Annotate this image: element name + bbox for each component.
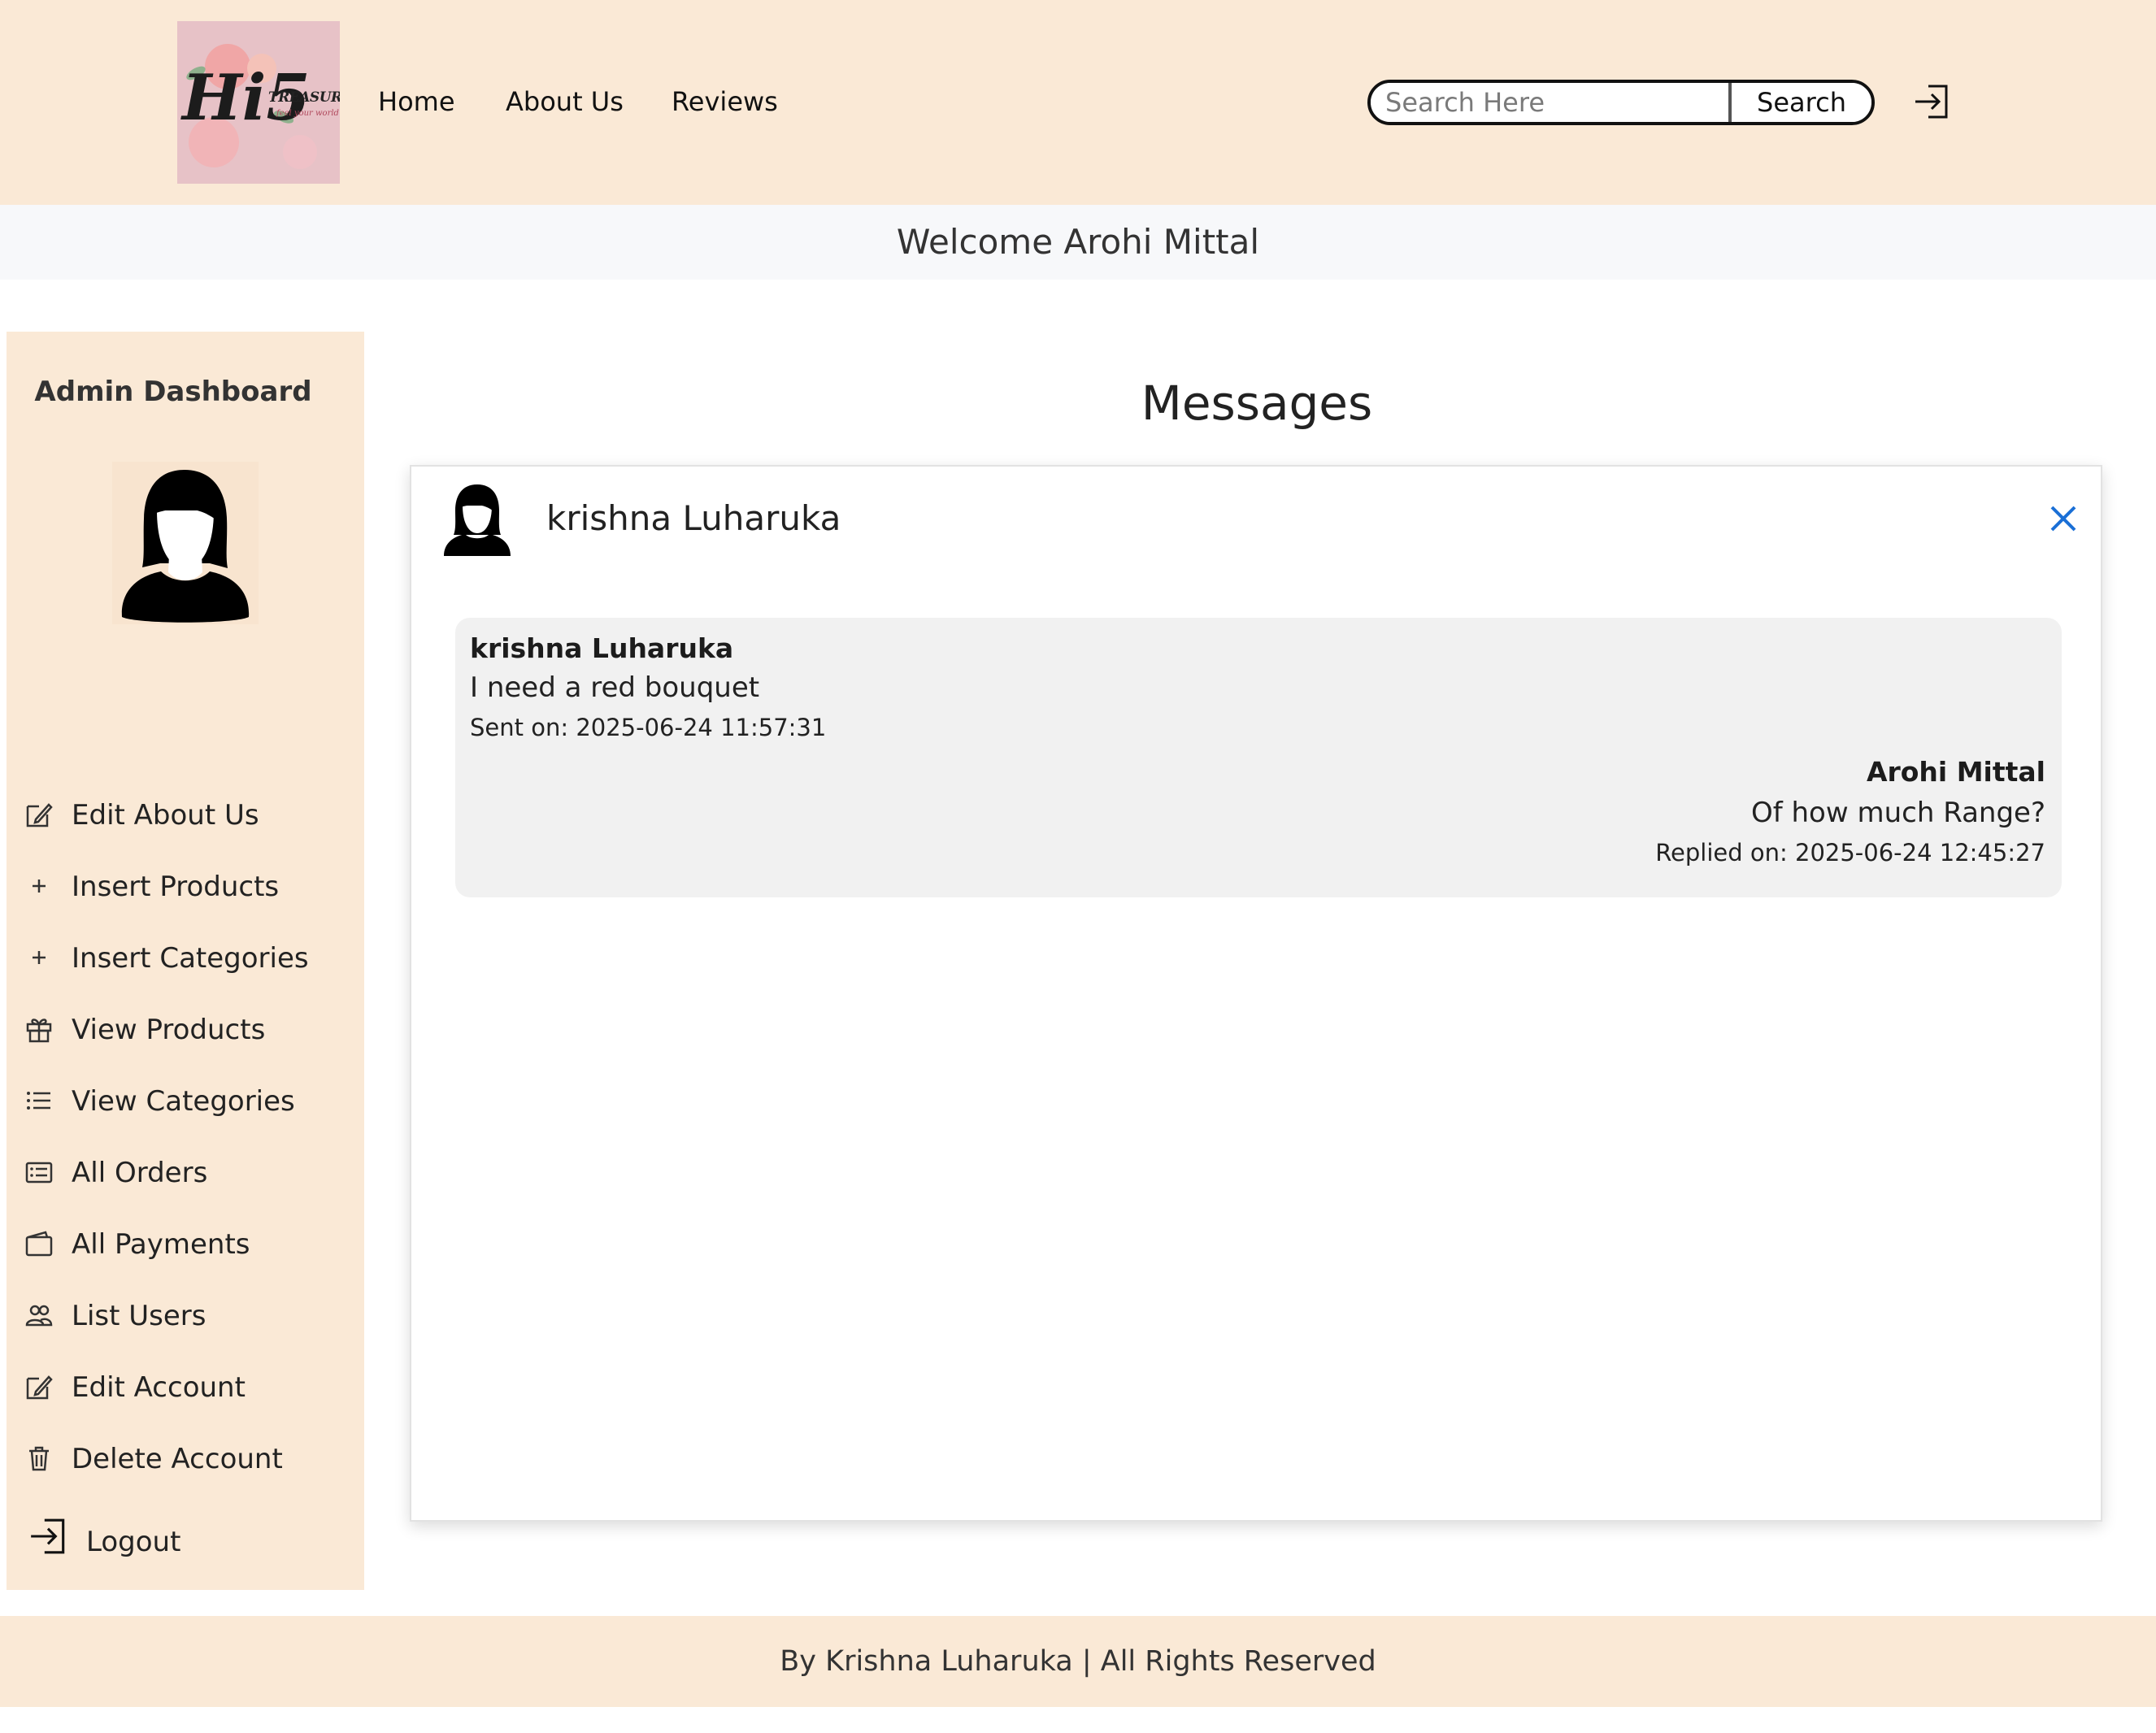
list-icon <box>27 1092 50 1110</box>
female-user-icon <box>112 462 259 624</box>
sidebar-logout[interactable]: Logout <box>7 1510 364 1567</box>
search-form: Search <box>1367 80 1875 125</box>
box-arrow-in-right-icon <box>31 1518 65 1554</box>
pencil-square-icon <box>26 803 53 827</box>
search-button[interactable]: Search <box>1728 83 1871 122</box>
sidebar-logout-label: Logout <box>86 1526 181 1558</box>
sidebar-item-label: List Users <box>72 1300 206 1332</box>
page-footer: By Krishna Luharuka | All Rights Reserve… <box>0 1616 2156 1707</box>
plus-icon <box>33 880 46 893</box>
message-text: I need a red bouquet <box>470 671 760 704</box>
sidebar-item-label: View Products <box>72 1014 266 1046</box>
site-logo[interactable]: Hi5 TREASURES feel your world <box>177 21 340 184</box>
sidebar-item-label: Insert Products <box>72 871 280 903</box>
wallet-icon <box>25 1231 53 1257</box>
people-icon <box>25 1305 53 1327</box>
nav-home-link[interactable]: Home <box>378 83 455 120</box>
reply-sender: Arohi Mittal <box>1866 756 2045 788</box>
trash-icon <box>29 1446 49 1471</box>
message-sender: krishna Luharuka <box>470 632 734 664</box>
card-list-icon <box>25 1162 53 1184</box>
sidebar-item-delete-account[interactable]: Delete Account <box>7 1431 364 1488</box>
sidebar-item-label: Edit About Us <box>72 799 259 832</box>
plus-icon <box>33 951 46 964</box>
sidebar-item-all-orders[interactable]: All Orders <box>7 1144 364 1201</box>
box-arrow-in-right-icon[interactable] <box>1912 81 1953 122</box>
reply-timestamp: Replied on: 2025-06-24 12:45:27 <box>1655 839 2045 866</box>
sidebar-item-view-products[interactable]: View Products <box>7 1001 364 1058</box>
sidebar-item-view-categories[interactable]: View Categories <box>7 1073 364 1130</box>
sidebar-item-insert-products[interactable]: Insert Products <box>7 858 364 915</box>
logo-sub-text: TREASURES <box>268 89 340 106</box>
sidebar-title: Admin Dashboard <box>34 376 312 408</box>
sidebar-item-label: All Orders <box>72 1157 208 1189</box>
close-icon[interactable] <box>2047 502 2080 535</box>
message-timestamp: Sent on: 2025-06-24 11:57:31 <box>470 714 827 741</box>
message-thread: krishna Luharuka I need a red bouquet Se… <box>455 618 2062 897</box>
pencil-square-icon <box>26 1375 53 1400</box>
chat-card: krishna Luharuka krishna Luharuka I need… <box>410 465 2102 1522</box>
admin-sidebar: Admin Dashboard Edit About Us Insert Pro… <box>7 332 364 1590</box>
sidebar-item-label: All Payments <box>72 1228 250 1261</box>
chat-contact-name: krishna Luharuka <box>546 498 841 538</box>
sidebar-item-insert-categories[interactable]: Insert Categories <box>7 930 364 987</box>
top-navbar: Hi5 TREASURES feel your world Home About… <box>0 0 2156 205</box>
sidebar-item-label: Delete Account <box>72 1443 283 1475</box>
sidebar-item-list-users[interactable]: List Users <box>7 1288 364 1344</box>
sidebar-item-label: Insert Categories <box>72 942 309 975</box>
reply-text: Of how much Range? <box>1750 797 2045 829</box>
logo-flower <box>283 135 317 169</box>
nav-about-us-link[interactable]: About Us <box>506 83 624 120</box>
sidebar-item-label: View Categories <box>72 1085 295 1118</box>
gift-icon <box>26 1019 52 1043</box>
sidebar-item-edit-about-us[interactable]: Edit About Us <box>7 787 364 844</box>
female-user-icon <box>444 484 511 556</box>
sidebar-item-edit-account[interactable]: Edit Account <box>7 1359 364 1416</box>
sidebar-item-label: Edit Account <box>72 1371 246 1404</box>
sidebar-item-all-payments[interactable]: All Payments <box>7 1216 364 1273</box>
search-input[interactable] <box>1371 83 1728 122</box>
logo-tagline: feel your world <box>276 109 339 118</box>
welcome-banner: Welcome Arohi Mittal <box>0 205 2156 280</box>
page-title: Messages <box>1141 376 1373 431</box>
nav-reviews-link[interactable]: Reviews <box>672 83 778 120</box>
